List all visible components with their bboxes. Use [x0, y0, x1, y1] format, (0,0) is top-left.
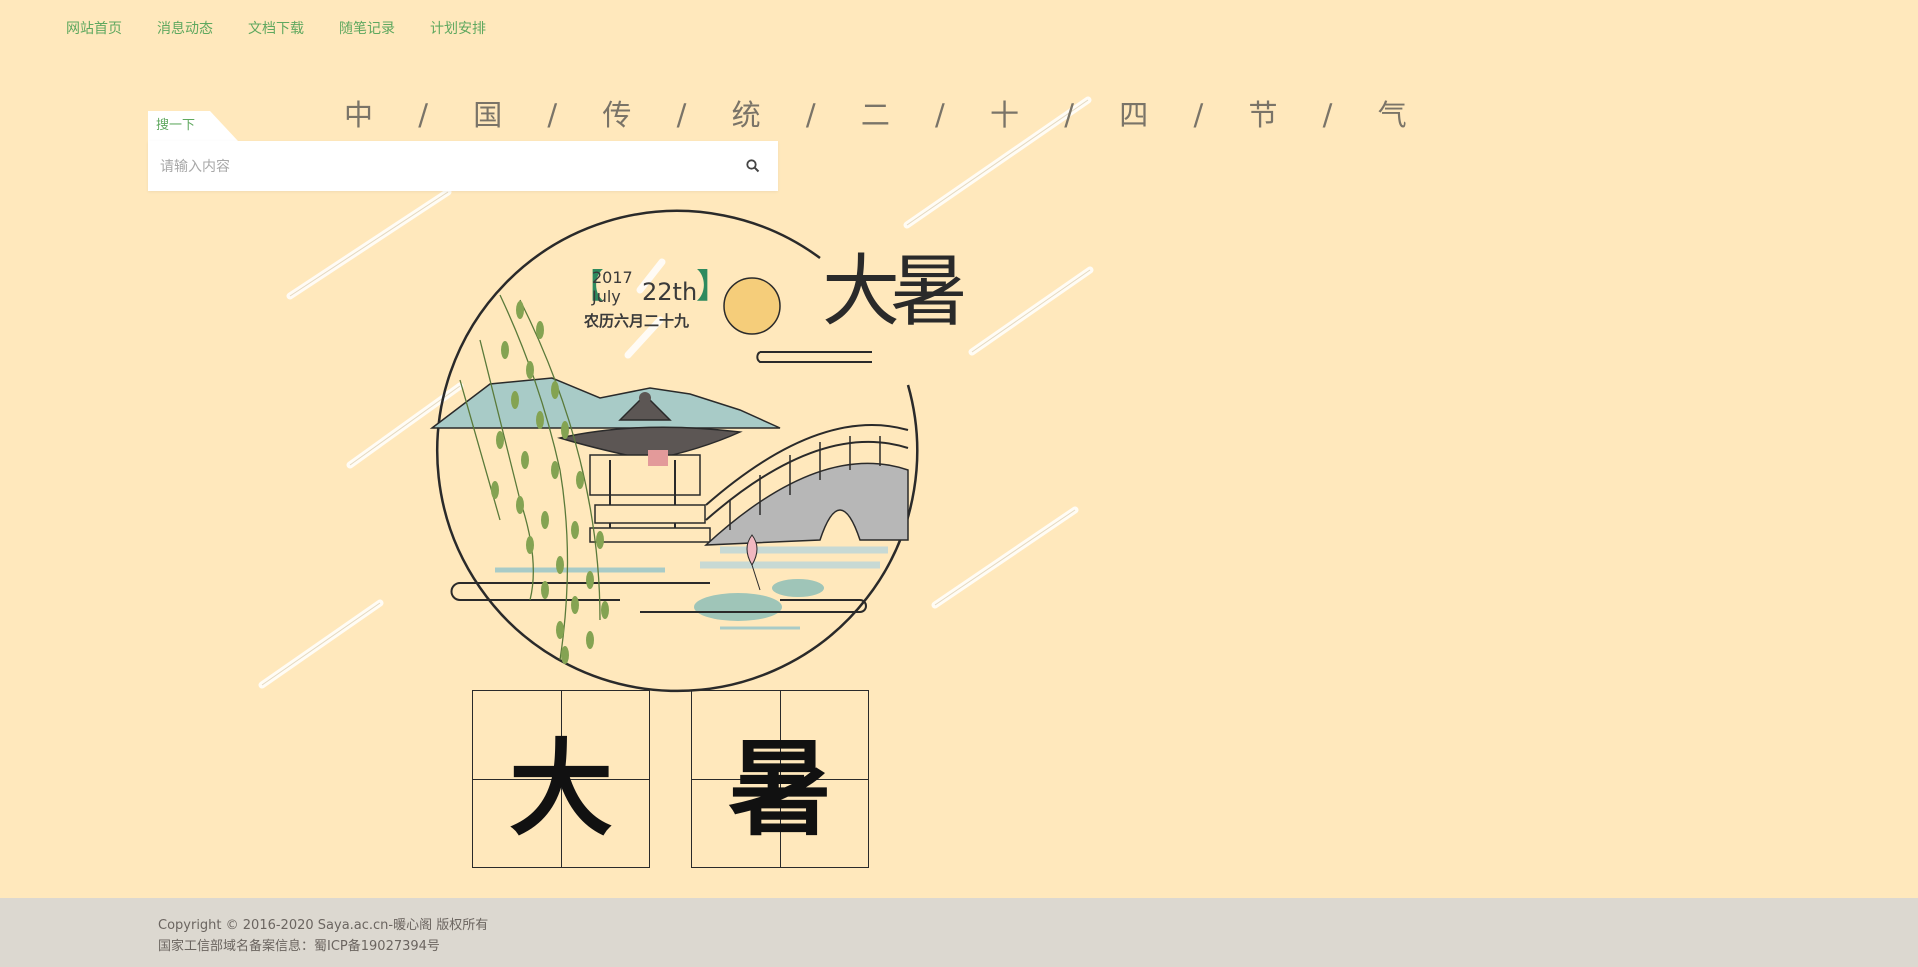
- solar-term-char: 暑: [727, 727, 832, 850]
- footer-icp[interactable]: 国家工信部域名备案信息：蜀ICP备19027394号: [158, 935, 440, 954]
- date-bracket-right: 】: [696, 267, 730, 307]
- search-icon[interactable]: [744, 157, 762, 175]
- char-box-shu: 暑: [691, 690, 869, 868]
- char-box-da: 大: [472, 690, 650, 868]
- search-box: [148, 141, 778, 193]
- lunar-date: 农历六月二十九: [583, 312, 689, 330]
- water-shape: [495, 546, 888, 630]
- footer-copyright: Copyright © 2016-2020 Saya.ac.cn-暖心阁 版权所…: [158, 918, 489, 933]
- solar-term-char: 大: [508, 727, 613, 850]
- date-year: 2017: [592, 268, 633, 287]
- moon-shape: [723, 277, 781, 335]
- search-tab-label: 搜一下: [148, 111, 238, 141]
- bridge-shape: [703, 424, 909, 546]
- page-title: 中 / 国 / 传 / 统 / 二 / 十 / 四 / 节 / 气: [344, 98, 1425, 132]
- calligraphy-title: 大暑: [822, 247, 963, 337]
- search-input[interactable]: [158, 141, 722, 193]
- footer: Copyright © 2016-2020 Saya.ac.cn-暖心阁 版权所…: [0, 898, 1918, 967]
- date-month: July: [591, 287, 621, 306]
- date-day: 22th: [642, 278, 697, 306]
